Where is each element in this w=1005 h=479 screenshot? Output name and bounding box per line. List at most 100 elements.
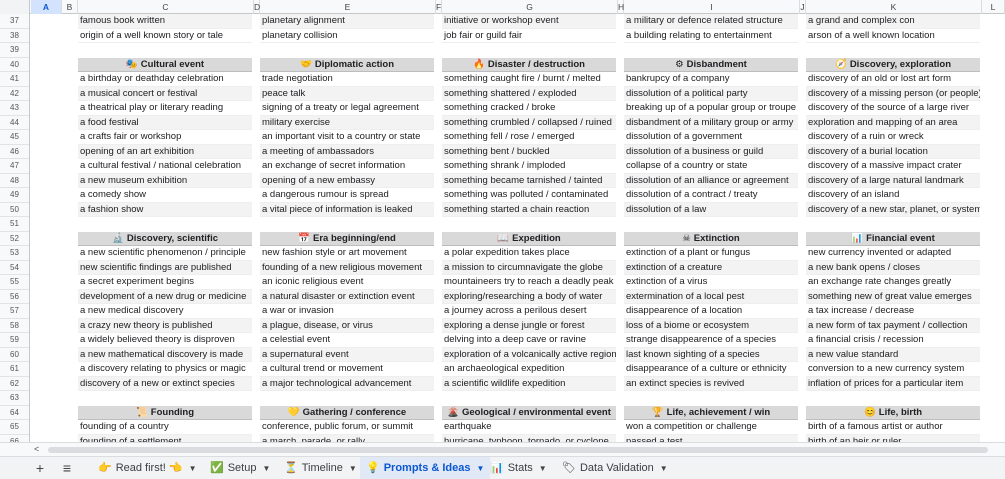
list-item[interactable]: discovery of a ruin or wreck bbox=[806, 130, 980, 145]
list-item[interactable]: founding of a country bbox=[78, 420, 252, 435]
select-all-corner[interactable] bbox=[0, 0, 30, 14]
list-item[interactable]: something bent / buckled bbox=[442, 144, 616, 159]
list-item[interactable]: initiative or workshop event bbox=[442, 14, 616, 29]
row-number[interactable]: 58 bbox=[0, 319, 29, 333]
list-item[interactable]: extinction of a plant or fungus bbox=[624, 246, 798, 261]
row-number[interactable]: 49 bbox=[0, 188, 29, 203]
column-header-i[interactable]: I bbox=[624, 0, 800, 14]
list-item[interactable]: conference, public forum, or summit bbox=[260, 420, 434, 435]
list-item[interactable]: passed a test bbox=[624, 434, 798, 442]
category-header[interactable]: 🎭 Cultural event bbox=[78, 57, 252, 72]
list-item[interactable]: founding of a settlement bbox=[78, 434, 252, 442]
category-header[interactable]: 😊 Life, birth bbox=[806, 405, 980, 420]
row-number[interactable]: 45 bbox=[0, 130, 29, 145]
list-item[interactable]: a scientific wildlife expedition bbox=[442, 376, 616, 391]
list-item[interactable]: a military or defence related structure bbox=[624, 14, 798, 29]
list-item[interactable]: new fashion style or art movement bbox=[260, 246, 434, 261]
list-item[interactable]: arson of a well known location bbox=[806, 28, 980, 43]
list-item[interactable]: discovery of a massive impact crater bbox=[806, 159, 980, 174]
list-item[interactable]: a musical concert or festival bbox=[78, 86, 252, 101]
list-item[interactable]: a financial crisis / recession bbox=[806, 333, 980, 348]
list-item[interactable]: an archaeological expedition bbox=[442, 362, 616, 377]
list-item[interactable]: discovery of an old or lost art form bbox=[806, 72, 980, 87]
list-item[interactable]: mountaineers try to reach a deadly peak bbox=[442, 275, 616, 290]
list-item[interactable]: an extinct species is revived bbox=[624, 376, 798, 391]
list-item[interactable]: a new bank opens / closes bbox=[806, 260, 980, 275]
row-number[interactable]: 47 bbox=[0, 159, 29, 174]
list-item[interactable]: peace talk bbox=[260, 86, 434, 101]
list-item[interactable]: discovery of an island bbox=[806, 188, 980, 203]
list-item[interactable]: a theatrical play or literary reading bbox=[78, 101, 252, 116]
list-item[interactable]: founding of a new religious movement bbox=[260, 260, 434, 275]
list-item[interactable]: a new scientific phenomenon / principle bbox=[78, 246, 252, 261]
list-item[interactable]: a grand and complex con bbox=[806, 14, 980, 29]
row-number[interactable]: 53 bbox=[0, 246, 29, 261]
list-item[interactable]: something became tarnished / tainted bbox=[442, 173, 616, 188]
list-item[interactable]: something caught fire / burnt / melted bbox=[442, 72, 616, 87]
tab-menu-caret-icon[interactable]: ▼ bbox=[349, 464, 357, 473]
category-header[interactable]: ⚙ Disbandment bbox=[624, 57, 798, 72]
list-item[interactable]: a new form of tax payment / collection bbox=[806, 318, 980, 333]
tab-menu-caret-icon[interactable]: ▼ bbox=[262, 464, 270, 473]
list-item[interactable]: a polar expedition takes place bbox=[442, 246, 616, 261]
row-number[interactable]: 62 bbox=[0, 377, 29, 391]
column-header-k[interactable]: K bbox=[806, 0, 982, 14]
list-item[interactable]: discovery of a new star, planet, or syst… bbox=[806, 202, 980, 217]
list-item[interactable]: something was polluted / contaminated bbox=[442, 188, 616, 203]
list-item[interactable]: discovery of the source of a large river bbox=[806, 101, 980, 116]
list-item[interactable]: something crumbled / collapsed / ruined bbox=[442, 115, 616, 130]
list-item[interactable]: something cracked / broke bbox=[442, 101, 616, 116]
list-item[interactable]: birth of an heir or ruler bbox=[806, 434, 980, 442]
sheet-tab[interactable]: 📊 Stats ▼ bbox=[484, 457, 553, 479]
column-header-g[interactable]: G bbox=[442, 0, 618, 14]
list-item[interactable]: an important visit to a country or state bbox=[260, 130, 434, 145]
list-item[interactable]: a new mathematical discovery is made bbox=[78, 347, 252, 362]
category-header[interactable]: 🔥 Disaster / destruction bbox=[442, 57, 616, 72]
category-header[interactable]: 🧭 Discovery, exploration bbox=[806, 57, 980, 72]
row-number[interactable]: 61 bbox=[0, 362, 29, 377]
row-number[interactable]: 46 bbox=[0, 145, 29, 159]
list-item[interactable]: something new of great value emerges bbox=[806, 289, 980, 304]
category-header[interactable]: 📊 Financial event bbox=[806, 231, 980, 246]
list-item[interactable]: exploring/researching a body of water bbox=[442, 289, 616, 304]
list-item[interactable]: an exchange rate changes greatly bbox=[806, 275, 980, 290]
sheet-tab[interactable]: ✅ Setup ▼ bbox=[204, 457, 276, 479]
row-number[interactable]: 56 bbox=[0, 290, 29, 304]
list-item[interactable]: a fashion show bbox=[78, 202, 252, 217]
tab-menu-caret-icon[interactable]: ▼ bbox=[660, 464, 668, 473]
list-item[interactable]: a cultural trend or movement bbox=[260, 362, 434, 377]
row-number[interactable]: 40 bbox=[0, 58, 29, 72]
list-item[interactable]: a dangerous rumour is spread bbox=[260, 188, 434, 203]
column-header-e[interactable]: E bbox=[260, 0, 436, 14]
category-header[interactable]: 📅 Era beginning/end bbox=[260, 231, 434, 246]
row-number[interactable]: 37 bbox=[0, 14, 29, 29]
scrollbar-thumb[interactable] bbox=[48, 447, 988, 453]
list-item[interactable]: new scientific findings are published bbox=[78, 260, 252, 275]
row-number[interactable]: 42 bbox=[0, 87, 29, 101]
list-item[interactable]: signing of a treaty or legal agreement bbox=[260, 101, 434, 116]
list-item[interactable]: planetary alignment bbox=[260, 14, 434, 29]
row-number[interactable]: 63 bbox=[0, 391, 29, 406]
row-number[interactable]: 52 bbox=[0, 232, 29, 246]
list-item[interactable]: extinction of a virus bbox=[624, 275, 798, 290]
list-item[interactable]: discovery of a large natural landmark bbox=[806, 173, 980, 188]
category-header[interactable]: 🌋 Geological / environmental event bbox=[442, 405, 616, 420]
row-number[interactable]: 48 bbox=[0, 174, 29, 188]
list-item[interactable]: disbandment of a military group or army bbox=[624, 115, 798, 130]
list-item[interactable]: delving into a deep cave or ravine bbox=[442, 333, 616, 348]
list-item[interactable]: a new museum exhibition bbox=[78, 173, 252, 188]
row-number[interactable]: 66 bbox=[0, 435, 29, 443]
list-item[interactable]: disappearance of a culture or ethnicity bbox=[624, 362, 798, 377]
column-header-a[interactable]: A bbox=[31, 0, 62, 14]
row-number[interactable]: 38 bbox=[0, 29, 29, 43]
horizontal-scrollbar[interactable]: < bbox=[0, 442, 1005, 456]
category-header[interactable]: 🏆 Life, achievement / win bbox=[624, 405, 798, 420]
list-item[interactable]: discovery of a burial location bbox=[806, 144, 980, 159]
list-item[interactable]: won a competition or challenge bbox=[624, 420, 798, 435]
list-item[interactable]: exploring a dense jungle or forest bbox=[442, 318, 616, 333]
list-item[interactable]: famous book written bbox=[78, 14, 252, 29]
category-header[interactable]: 📖 Expedition bbox=[442, 231, 616, 246]
list-item[interactable]: a natural disaster or extinction event bbox=[260, 289, 434, 304]
list-item[interactable]: something shattered / exploded bbox=[442, 86, 616, 101]
list-item[interactable]: earthquake bbox=[442, 420, 616, 435]
